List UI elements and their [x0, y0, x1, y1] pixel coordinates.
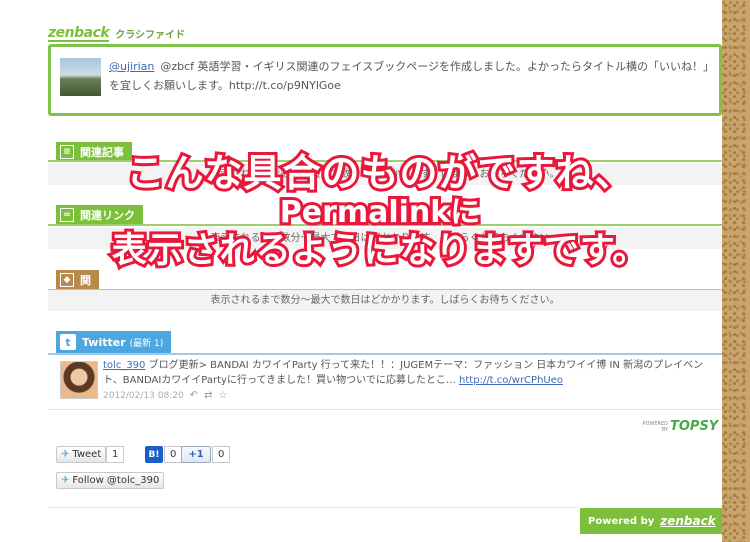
powered-by-label: Powered by — [588, 515, 655, 527]
twitter-bird-icon: t — [60, 334, 76, 350]
tweet-user-link[interactable]: tolc_390 — [103, 360, 145, 371]
post-user-link[interactable]: @ujirian — [109, 60, 154, 73]
tweet-meta: 2012/02/13 08:20 ↶ ⇄ ☆ — [103, 390, 227, 401]
footer-divider — [48, 507, 578, 508]
reply-icon[interactable]: ↶ — [190, 390, 198, 401]
overlay-caption: こんな具合のものがですね、 Permalinkに 表示されるようになりますです。 — [60, 151, 700, 272]
caption-line-3: 表示されるようになりますです。 — [109, 231, 651, 272]
tweet-button-label: Tweet — [72, 449, 102, 460]
zenback-logo: zenback — [48, 24, 110, 42]
widget-header: zenback クラシファイド — [48, 24, 185, 42]
google-plus-count: 0 — [212, 446, 231, 463]
hatena-count: 0 — [164, 446, 183, 463]
twitter-tab: t Twitter (最新 1) — [56, 331, 172, 353]
twitter-divider — [48, 353, 722, 355]
tweet-divider — [48, 409, 722, 410]
cork-background — [722, 0, 750, 542]
hatena-bookmark-button[interactable]: B! — [145, 446, 163, 463]
topsy-badge[interactable]: POWERED BY TOPSY — [640, 419, 718, 434]
tweet-button[interactable]: ✈ Tweet — [56, 446, 107, 463]
follow-button[interactable]: ✈ Follow @tolc_390 — [56, 472, 165, 489]
retweet-icon[interactable]: ⇄ — [204, 390, 212, 401]
post-text: @ujirian @zbcf 英語学習・イギリス関連のフェイスブックページを作成し… — [109, 57, 709, 95]
classified-post: @ujirian @zbcf 英語学習・イギリス関連のフェイスブックページを作成し… — [48, 44, 722, 116]
avatar[interactable] — [60, 361, 98, 399]
tweet-text: tolc_390 ブログ更新> BANDAI カワイイParty 行って来た！！… — [103, 358, 715, 388]
related-tags-title: 関 — [80, 274, 91, 287]
powered-by-zenback[interactable]: Powered by zenback — [580, 508, 722, 534]
related-tags-tab: ◆ 関 — [56, 270, 99, 290]
topsy-logo: TOPSY — [670, 419, 719, 434]
twitter-bird-icon: ✈ — [61, 475, 70, 486]
tag-icon: ◆ — [60, 273, 74, 287]
zenback-footer-logo: zenback — [660, 514, 716, 528]
twitter-bird-icon: ✈ — [61, 449, 70, 460]
related-tags-body: 表示されるまで数分～最大で数日はどかかります。しばらくお待ちください。 — [48, 290, 722, 311]
tweet-timestamp: 2012/02/13 08:20 — [103, 390, 184, 401]
widget-subtitle: クラシファイド — [115, 29, 186, 41]
favorite-star-icon[interactable]: ☆ — [218, 390, 227, 401]
twitter-title: Twitter — [82, 335, 126, 349]
twitter-count: (最新 1) — [129, 338, 164, 349]
post-body: @zbcf 英語学習・イギリス関連のフェイスブックページを作成しました。よかった… — [109, 60, 709, 92]
follow-button-label: Follow @tolc_390 — [72, 475, 160, 486]
google-plus-button[interactable]: +1 — [181, 446, 211, 463]
tweet-url-link[interactable]: http://t.co/wrCPhUeo — [459, 375, 563, 386]
caption-line-1: こんな具合のものがですね、 — [123, 151, 635, 195]
tweet-body: ブログ更新> BANDAI カワイイParty 行って来た！！：JUGEMテーマ… — [103, 360, 704, 386]
caption-line-2: Permalinkに — [277, 195, 484, 231]
topsy-powered-by: POWERED BY — [642, 420, 668, 433]
post-thumbnail[interactable] — [60, 58, 101, 96]
tweet-count: 1 — [106, 446, 125, 463]
